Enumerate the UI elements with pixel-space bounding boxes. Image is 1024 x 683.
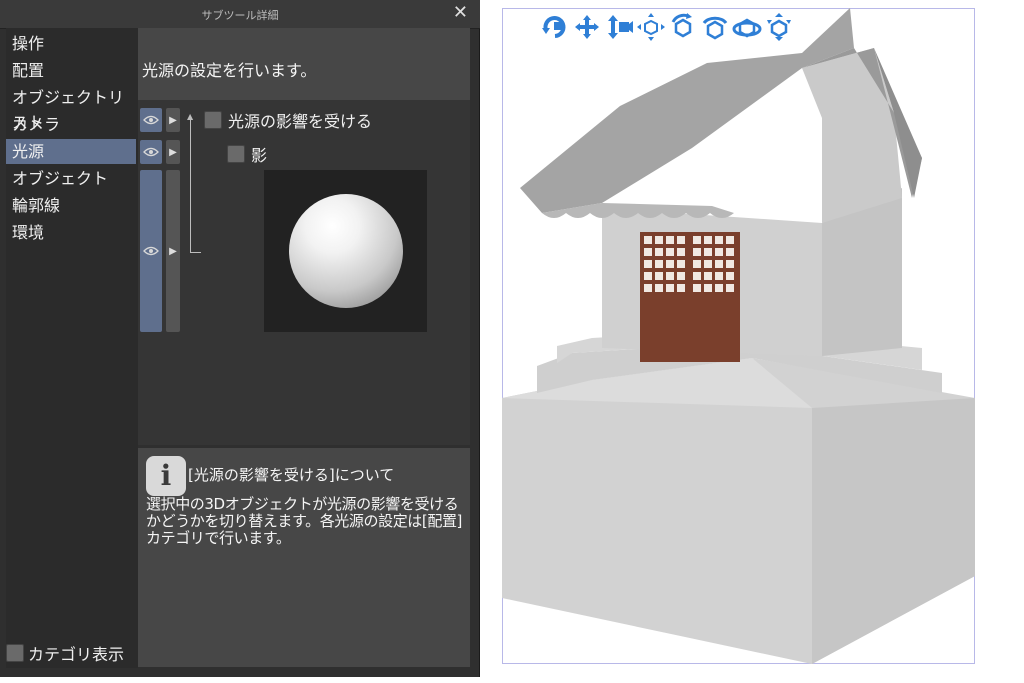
category-item-operation[interactable]: 操作 (6, 31, 136, 56)
expand-toggle-light[interactable]: ▶ (166, 108, 180, 132)
eye-icon (143, 246, 159, 256)
category-item-object-list[interactable]: オブジェクトリスト (6, 85, 136, 132)
eye-icon (143, 115, 159, 125)
rotate-object-vertical-icon[interactable] (700, 12, 730, 42)
move-object-icon[interactable] (636, 12, 666, 42)
triangle-right-icon: ▶ (169, 114, 177, 126)
category-description: 光源の設定を行います。 (138, 28, 470, 100)
light-preview[interactable] (264, 170, 427, 332)
triangle-right-icon: ▶ (169, 146, 177, 158)
triangle-right-icon: ▶ (169, 245, 177, 257)
preview-sphere (289, 194, 403, 308)
category-item-light-source[interactable]: 光源 (6, 139, 136, 164)
shadow-checkbox[interactable] (227, 145, 245, 163)
dialog-title: サブツール詳細 (201, 9, 279, 22)
rotate-object-icon[interactable] (668, 12, 698, 42)
affected-by-light-option[interactable]: 光源の影響を受ける (204, 108, 372, 132)
dialog-titlebar[interactable]: サブツール詳細 ✕ (0, 0, 480, 29)
help-title: [光源の影響を受ける]について (188, 466, 395, 484)
sub-tool-detail-dialog: サブツール詳細 ✕ 操作 配置 オブジェクトリスト カメラ 光源 オブジェクト … (0, 0, 480, 677)
dolly-camera-icon[interactable] (604, 12, 634, 42)
category-description-text: 光源の設定を行います。 (142, 61, 317, 80)
category-item-placement[interactable]: 配置 (6, 58, 136, 83)
rotate-camera-icon[interactable] (540, 12, 570, 42)
close-icon[interactable]: ✕ (453, 2, 468, 23)
3d-manipulator-toolbar (540, 12, 796, 42)
rotate-object-horizontal-icon[interactable] (732, 12, 762, 42)
expand-toggle-preview[interactable]: ▶ (166, 170, 180, 332)
visibility-toggle-preview[interactable] (140, 170, 162, 332)
category-item-environment[interactable]: 環境 (6, 220, 136, 245)
visibility-toggle-shadow[interactable] (140, 140, 162, 164)
category-display-toggle[interactable]: カテゴリ表示 (6, 641, 124, 665)
shadow-option[interactable]: 影 (227, 142, 267, 166)
category-item-object[interactable]: オブジェクト (6, 166, 136, 191)
category-display-checkbox[interactable] (6, 644, 24, 662)
info-icon: i (146, 456, 186, 496)
expand-toggle-shadow[interactable]: ▶ (166, 140, 180, 164)
light-settings-panel: ▶ ▶ ▶ ▲ 光源の影響を受ける 影 (138, 100, 470, 445)
affected-by-light-checkbox[interactable] (204, 111, 222, 129)
pan-camera-icon[interactable] (572, 12, 602, 42)
category-item-outline[interactable]: 輪郭線 (6, 193, 136, 218)
scale-object-icon[interactable] (764, 12, 794, 42)
group-bracket (190, 118, 201, 253)
help-body: 選択中の3Dオブジェクトが光源の影響を受けるかどうかを切り替えます。各光源の設定… (146, 495, 463, 547)
category-list: 操作 配置 オブジェクトリスト カメラ 光源 オブジェクト 輪郭線 環境 (6, 28, 138, 668)
shrine-model[interactable] (502, 8, 975, 664)
category-display-label: カテゴリ表示 (28, 645, 125, 664)
3d-canvas[interactable] (502, 8, 975, 664)
category-item-camera[interactable]: カメラ (6, 112, 136, 137)
shadow-label: 影 (251, 146, 268, 165)
visibility-toggle-light[interactable] (140, 108, 162, 132)
affected-by-light-label: 光源の影響を受ける (228, 112, 373, 131)
help-panel: i [光源の影響を受ける]について 選択中の3Dオブジェクトが光源の影響を受ける… (138, 448, 470, 667)
eye-icon (143, 147, 159, 157)
